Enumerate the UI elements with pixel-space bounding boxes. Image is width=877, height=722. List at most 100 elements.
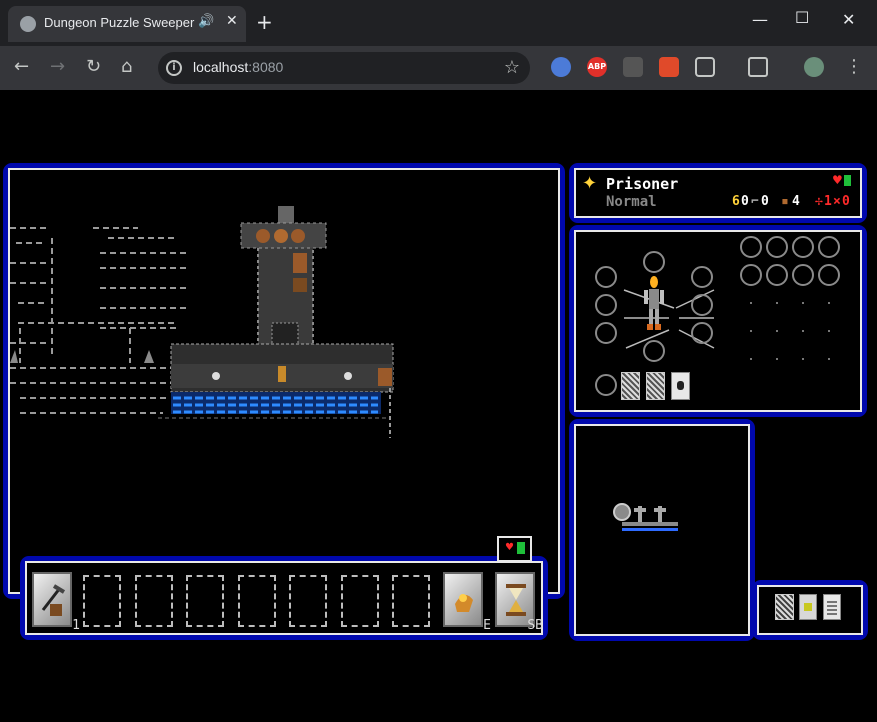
profile-avatar-icon[interactable] (804, 57, 824, 77)
game-canvas[interactable]: 1 E SB ♥ ✦ Prisoner Normal ♥ 6 0 ⌐ 0 ▪ 4… (0, 90, 877, 722)
journal-icon (827, 601, 837, 615)
equip-slot-feet[interactable] (643, 340, 665, 362)
pack-dot (776, 330, 778, 332)
tool-slot-1[interactable]: 1 (32, 572, 80, 633)
scroll-slot[interactable] (671, 372, 690, 400)
sword-icon: ⨯ (833, 194, 841, 209)
equip-slot-right-1[interactable] (691, 266, 713, 288)
globe-icon (20, 16, 36, 32)
keyhole-icon (677, 381, 684, 390)
rubble-pile-left (10, 350, 18, 363)
equip-slot-right-3[interactable] (691, 322, 713, 344)
xp-count: 0 (842, 194, 850, 209)
pack-dot (776, 302, 778, 304)
back-icon[interactable]: ← (14, 56, 29, 78)
journal-button[interactable] (823, 594, 841, 620)
potion-icon (844, 175, 851, 186)
potion-icon (517, 542, 525, 554)
maximize-icon[interactable]: ☐ (795, 10, 809, 26)
player-status-panel: ✦ Prisoner Normal ♥ 6 0 ⌐ 0 ▪ 4 ✢ 1 ⨯ 0 (569, 163, 867, 223)
browser-toolbar: ← → ↻ ⌂ i localhost:8080 ☆ ABP ⋮ (0, 46, 877, 90)
dungeon-map-panel[interactable] (3, 163, 565, 599)
water (171, 392, 381, 414)
equip-slot-left-1[interactable] (595, 266, 617, 288)
empty-slot[interactable] (238, 575, 276, 627)
tool-key-sb: SB (527, 618, 543, 633)
empty-slot[interactable] (83, 575, 121, 627)
container-panel (569, 419, 755, 641)
pack-slot[interactable] (818, 264, 840, 286)
equipment-panel (569, 225, 867, 417)
map-icon (804, 603, 812, 611)
adblock-extension-icon[interactable]: ABP (587, 57, 607, 77)
minimize-icon[interactable]: — (752, 12, 768, 28)
pack-slot[interactable] (766, 264, 788, 286)
pack-slot[interactable] (792, 264, 814, 286)
tab-search-icon[interactable] (748, 57, 768, 77)
key-count: 0 (761, 194, 769, 209)
pack-dot (776, 358, 778, 360)
pack-dot (802, 330, 804, 332)
gold-icon: 6 (732, 194, 740, 209)
difficulty-mode: Normal (606, 194, 657, 210)
tool-slot-sb[interactable]: SB (495, 572, 543, 633)
new-tab-button[interactable]: + (256, 12, 273, 32)
pickaxe-icon (41, 584, 66, 616)
map-button[interactable] (799, 594, 817, 620)
speaker-icon[interactable]: 🔊 (198, 14, 214, 29)
equip-slot-left-2[interactable] (595, 294, 617, 316)
player-marker (278, 366, 286, 382)
prisoner-figure-icon (644, 276, 664, 330)
url-text: localhost:8080 (193, 59, 284, 75)
tool-key-1: 1 (72, 618, 80, 633)
equip-slot-left-3[interactable] (595, 322, 617, 344)
extension-password-icon[interactable] (551, 57, 571, 77)
tool-slot-e[interactable]: E (443, 572, 491, 633)
dice-button[interactable] (775, 594, 794, 620)
food-count: 4 (792, 194, 800, 209)
pack-slot[interactable] (766, 236, 788, 258)
empty-slot[interactable] (392, 575, 430, 627)
extensions-puzzle-icon[interactable] (695, 57, 715, 77)
browser-menu-icon[interactable]: ⋮ (845, 56, 863, 78)
tab-title: Dungeon Puzzle Sweeper (44, 15, 195, 30)
extension-mask-icon[interactable] (623, 57, 643, 77)
pack-slot[interactable] (740, 236, 762, 258)
extension-hex-icon[interactable] (659, 57, 679, 77)
site-info-icon[interactable]: i (166, 60, 182, 76)
close-window-icon[interactable]: ✕ (842, 12, 855, 28)
pack-dot (828, 302, 830, 304)
pack-slot[interactable] (740, 264, 762, 286)
rune-stone-2[interactable] (646, 372, 665, 400)
reload-icon[interactable]: ↻ (86, 56, 101, 78)
food-icon: ▪ (781, 194, 789, 209)
close-tab-icon[interactable]: ✕ (226, 13, 238, 29)
empty-slot[interactable] (135, 575, 173, 627)
empty-slot[interactable] (289, 575, 327, 627)
pack-slot[interactable] (818, 236, 840, 258)
equip-slot-right-2[interactable] (691, 294, 713, 316)
pack-dot (828, 330, 830, 332)
home-icon[interactable]: ⌂ (121, 56, 132, 78)
browser-tab[interactable]: Dungeon Puzzle Sweeper 🔊 ✕ (8, 6, 246, 42)
player-name: Prisoner (606, 175, 679, 193)
rune-stone-1[interactable] (621, 372, 640, 400)
equip-slot-ring[interactable] (595, 374, 617, 396)
forward-icon[interactable]: → (50, 56, 65, 78)
address-bar[interactable]: i localhost:8080 ☆ (158, 52, 530, 84)
dungeon-map[interactable] (8, 168, 560, 594)
heart-icon: ♥ (832, 173, 843, 187)
empty-slot[interactable] (341, 575, 379, 627)
menu-panel (752, 580, 868, 640)
pack-dot (802, 358, 804, 360)
bookmark-star-icon[interactable]: ☆ (504, 57, 520, 78)
pack-slot[interactable] (792, 236, 814, 258)
keyring-icon[interactable] (612, 500, 682, 540)
tool-health-indicator: ♥ (497, 536, 532, 562)
heart-icon: ♥ (505, 542, 514, 553)
empty-slot[interactable] (186, 575, 224, 627)
hp-icon: ✢ (815, 194, 823, 209)
equip-slot-head[interactable] (643, 251, 665, 273)
pack-dot (802, 302, 804, 304)
prisoner-portrait-icon: ✦ (582, 173, 598, 194)
